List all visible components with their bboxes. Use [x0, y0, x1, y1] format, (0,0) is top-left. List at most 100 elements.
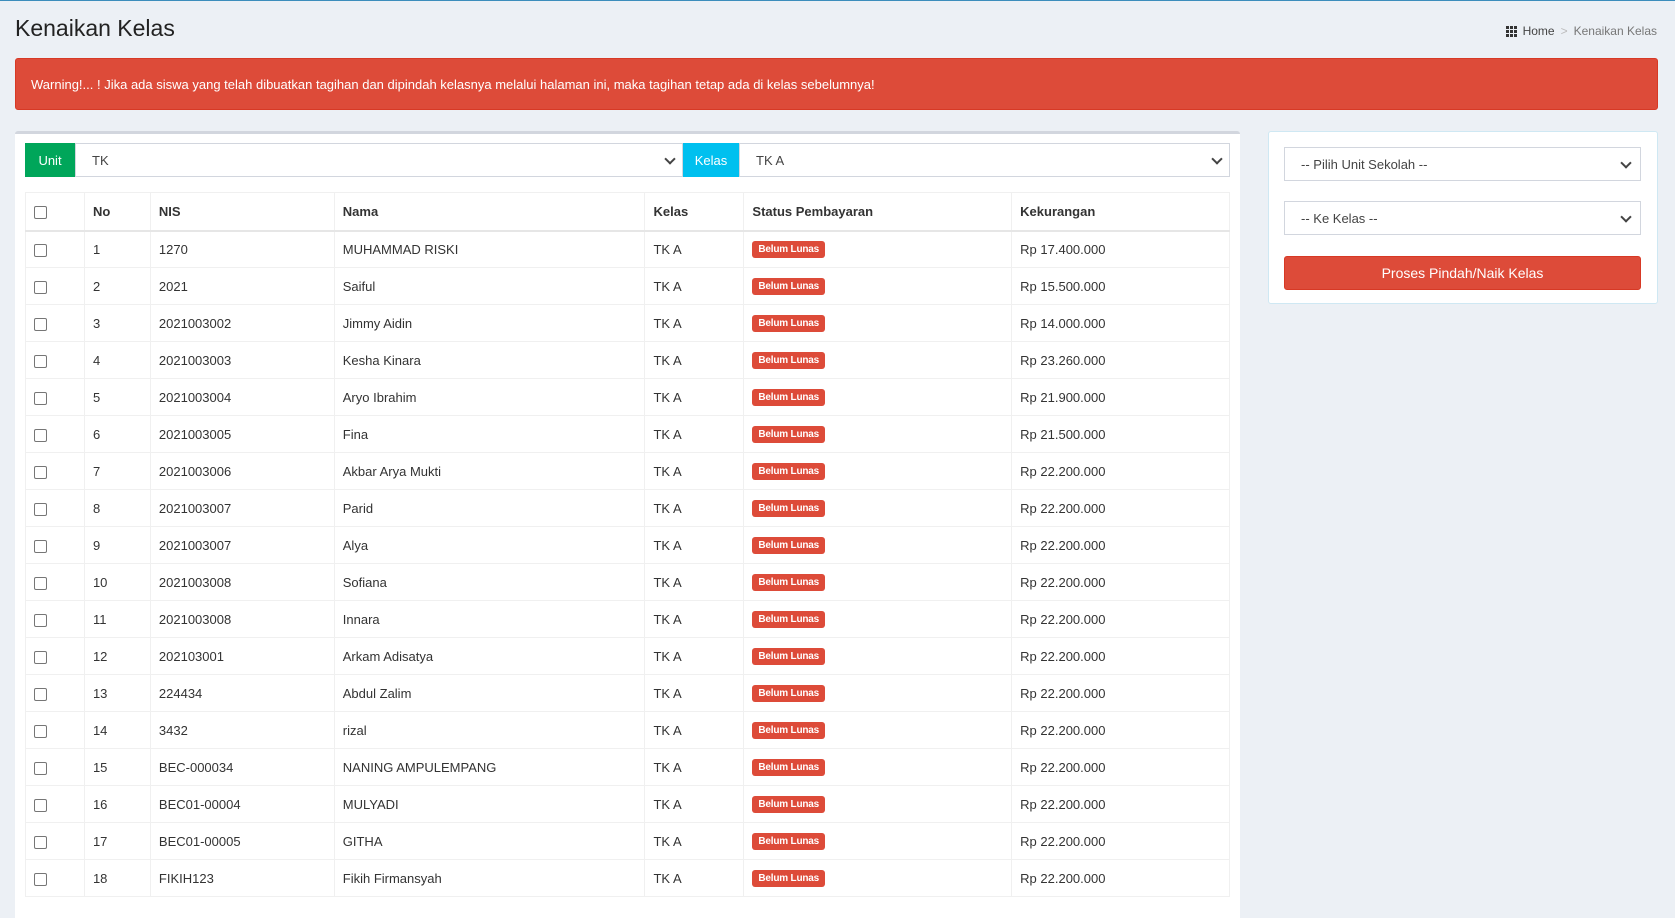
chevron-down-icon: [664, 153, 676, 165]
cell-nis: FIKIH123: [149, 859, 335, 897]
cell-nama: Fina: [333, 415, 646, 453]
cell-kekurangan: Rp 23.260.000: [1011, 341, 1230, 379]
row-checkbox[interactable]: [34, 539, 47, 553]
breadcrumb-home-link[interactable]: Home: [1523, 24, 1555, 38]
kelas-select-value: TK A: [756, 152, 785, 168]
status-badge: Belum Lunas: [752, 500, 825, 517]
row-checkbox[interactable]: [34, 650, 47, 664]
row-checkbox-cell: [25, 711, 85, 749]
row-checkbox[interactable]: [34, 428, 47, 442]
cell-kelas: TK A: [644, 415, 745, 453]
unit-select[interactable]: TK: [75, 143, 683, 177]
kelas-select[interactable]: TK A: [739, 143, 1230, 177]
cell-nis: 2021003008: [149, 600, 335, 638]
cell-nama: Saiful: [333, 267, 646, 305]
cell-kelas: TK A: [644, 600, 745, 638]
breadcrumb-separator: >: [1560, 24, 1568, 38]
row-checkbox[interactable]: [34, 835, 47, 849]
cell-nis: 2021003006: [149, 452, 335, 490]
cell-status: Belum Lunas: [743, 489, 1013, 527]
cell-kelas: TK A: [644, 230, 745, 268]
status-badge: Belum Lunas: [752, 241, 825, 259]
status-badge: Belum Lunas: [752, 722, 825, 739]
cell-no: 1: [83, 230, 151, 268]
cell-nis: 2021003002: [149, 304, 335, 342]
status-badge: Belum Lunas: [752, 278, 825, 295]
cell-nis: 1270: [149, 230, 335, 268]
row-checkbox[interactable]: [34, 243, 47, 257]
row-checkbox[interactable]: [34, 576, 47, 590]
header-kelas: Kelas: [644, 192, 745, 232]
target-kelas-select[interactable]: -- Ke Kelas --: [1284, 201, 1641, 235]
cell-nis: 2021003003: [149, 341, 335, 379]
header-nama: Nama: [333, 192, 646, 232]
process-promotion-button[interactable]: Proses Pindah/Naik Kelas: [1284, 256, 1641, 290]
cell-nis: BEC-000034: [149, 748, 335, 786]
row-checkbox[interactable]: [34, 613, 47, 627]
cell-no: 15: [83, 748, 151, 786]
select-all-checkbox[interactable]: [34, 205, 47, 219]
row-checkbox-cell: [25, 489, 85, 527]
table-row: 11 2021003008 Innara TK A Belum Lunas Rp 22.2…: [25, 600, 1230, 638]
row-checkbox[interactable]: [34, 872, 47, 886]
target-unit-select-value: -- Pilih Unit Sekolah --: [1301, 156, 1428, 172]
status-badge: Belum Lunas: [752, 796, 825, 813]
row-checkbox-cell: [25, 378, 85, 416]
status-badge: Belum Lunas: [752, 574, 825, 591]
status-badge: Belum Lunas: [752, 648, 825, 665]
row-checkbox[interactable]: [34, 687, 47, 701]
page-header: Kenaikan Kelas Home > Kenaikan Kelas: [15, 15, 1660, 47]
cell-status: Belum Lunas: [743, 600, 1013, 638]
row-checkbox-cell: [25, 230, 85, 268]
cell-kekurangan: Rp 22.200.000: [1011, 526, 1230, 564]
table-row: 10 2021003008 Sofiana TK A Belum Lunas Rp 22.…: [25, 563, 1230, 601]
cell-nama: Arkam Adisatya: [333, 637, 646, 675]
cell-kekurangan: Rp 21.500.000: [1011, 415, 1230, 453]
cell-status: Belum Lunas: [743, 415, 1013, 453]
cell-no: 2: [83, 267, 151, 305]
row-checkbox[interactable]: [34, 502, 47, 516]
cell-nama: MULYADI: [333, 785, 646, 823]
row-checkbox[interactable]: [34, 280, 47, 294]
table-row: 3 2021003002 Jimmy Aidin TK A Belum Lunas Rp …: [25, 304, 1230, 342]
cell-kelas: TK A: [644, 711, 745, 749]
cell-nama: Sofiana: [333, 563, 646, 601]
row-checkbox-cell: [25, 563, 85, 601]
cell-no: 9: [83, 526, 151, 564]
cell-kelas: TK A: [644, 822, 745, 860]
cell-kelas: TK A: [644, 341, 745, 379]
row-checkbox-cell: [25, 267, 85, 305]
cell-nama: NANING AMPULEMPANG: [333, 748, 646, 786]
cell-nis: BEC01-00005: [149, 822, 335, 860]
row-checkbox[interactable]: [34, 354, 47, 368]
row-checkbox-cell: [25, 526, 85, 564]
cell-no: 5: [83, 378, 151, 416]
table-row: 5 2021003004 Aryo Ibrahim TK A Belum Lunas Rp…: [25, 378, 1230, 416]
grid-icon: [1505, 25, 1517, 37]
row-checkbox[interactable]: [34, 317, 47, 331]
row-checkbox[interactable]: [34, 761, 47, 775]
table-row: 1 1270 MUHAMMAD RISKI TK A Belum Lunas Rp 17.…: [25, 230, 1230, 268]
status-badge: Belum Lunas: [752, 426, 825, 443]
header-nis: NIS: [149, 192, 335, 232]
row-checkbox[interactable]: [34, 798, 47, 812]
cell-kelas: TK A: [644, 267, 745, 305]
status-badge: Belum Lunas: [752, 685, 825, 702]
target-unit-select[interactable]: -- Pilih Unit Sekolah --: [1284, 147, 1641, 181]
row-checkbox-cell: [25, 600, 85, 638]
cell-nama: Alya: [333, 526, 646, 564]
cell-no: 18: [83, 859, 151, 897]
row-checkbox-cell: [25, 748, 85, 786]
row-checkbox[interactable]: [34, 724, 47, 738]
kelas-addon-label: Kelas: [683, 143, 739, 177]
cell-status: Belum Lunas: [743, 711, 1013, 749]
table-row: 17 BEC01-00005 GITHA TK A Belum Lunas Rp 22.2…: [25, 822, 1230, 860]
cell-nama: Parid: [333, 489, 646, 527]
unit-addon-label: Unit: [25, 143, 75, 177]
table-row: 7 2021003006 Akbar Arya Mukti TK A Belum Lun…: [25, 452, 1230, 490]
cell-no: 8: [83, 489, 151, 527]
row-checkbox[interactable]: [34, 465, 47, 479]
row-checkbox[interactable]: [34, 391, 47, 405]
cell-no: 13: [83, 674, 151, 712]
cell-kekurangan: Rp 14.000.000: [1011, 304, 1230, 342]
